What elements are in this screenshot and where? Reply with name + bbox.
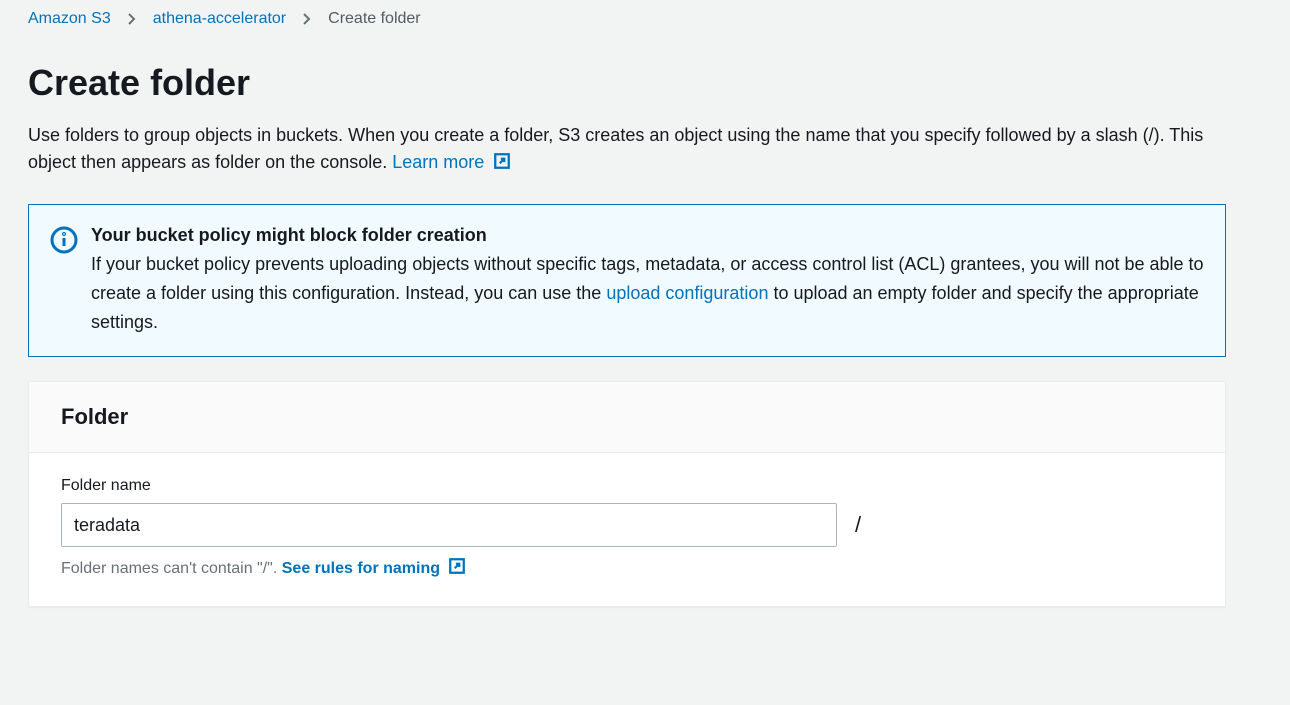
upload-configuration-link[interactable]: upload configuration xyxy=(606,283,768,303)
page-description: Use folders to group objects in buckets.… xyxy=(28,122,1208,178)
breadcrumb-link-root[interactable]: Amazon S3 xyxy=(28,10,111,28)
page-title: Create folder xyxy=(28,62,1262,104)
folder-name-row: / xyxy=(61,503,1193,547)
external-link-icon xyxy=(493,151,511,178)
info-alert: Your bucket policy might block folder cr… xyxy=(28,204,1226,357)
folder-slash-suffix: / xyxy=(855,512,861,538)
external-link-icon xyxy=(448,557,466,580)
folder-name-input[interactable] xyxy=(61,503,837,547)
chevron-right-icon xyxy=(302,12,312,26)
folder-panel: Folder Folder name / Folder names can't … xyxy=(28,381,1226,607)
breadcrumb: Amazon S3 athena-accelerator Create fold… xyxy=(28,10,1262,28)
page-description-text: Use folders to group objects in buckets.… xyxy=(28,125,1203,172)
info-alert-body: If your bucket policy prevents uploading… xyxy=(91,250,1205,336)
folder-panel-header: Folder xyxy=(29,382,1225,453)
learn-more-label: Learn more xyxy=(392,152,484,172)
folder-name-hint-text: Folder names can't contain "/". xyxy=(61,560,282,577)
see-rules-link[interactable]: See rules for naming xyxy=(282,560,467,577)
folder-panel-body: Folder name / Folder names can't contain… xyxy=(29,453,1225,606)
breadcrumb-current: Create folder xyxy=(328,10,421,28)
folder-panel-heading: Folder xyxy=(61,404,1193,430)
learn-more-link[interactable]: Learn more xyxy=(392,152,511,172)
chevron-right-icon xyxy=(127,12,137,26)
breadcrumb-link-bucket[interactable]: athena-accelerator xyxy=(153,10,286,28)
info-alert-title: Your bucket policy might block folder cr… xyxy=(91,225,1205,246)
info-icon xyxy=(49,225,79,258)
folder-name-hint: Folder names can't contain "/". See rule… xyxy=(61,557,1193,580)
see-rules-label: See rules for naming xyxy=(282,560,440,577)
folder-name-label: Folder name xyxy=(61,477,1193,495)
